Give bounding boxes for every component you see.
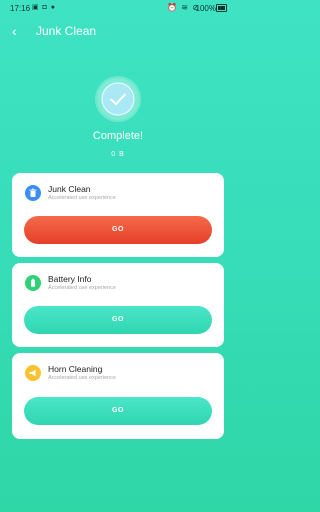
trash-icon [25, 185, 41, 201]
junk-clean-card: Junk Clean Accelerated use experience GO [12, 173, 224, 257]
battery-info-card: Battery Info Accelerated use experience … [12, 263, 224, 347]
status-bar: 17:16 ▣ ◘ ● ⏰ ≋ ⊘ 100% [0, 0, 236, 18]
card-title: Battery Info [48, 274, 92, 284]
horn-cleaning-go-button[interactable]: GO [24, 397, 212, 425]
card-subtitle: Accelerated use experience [48, 195, 116, 201]
battery-icon [25, 275, 41, 291]
status-time: 17:16 [10, 4, 31, 13]
back-arrow-icon[interactable]: ‹ [12, 23, 26, 39]
page-title: Junk Clean [36, 24, 97, 38]
horn-cleaning-card: Horn Cleaning Accelerated use experience… [12, 353, 224, 439]
complete-status: Complete! [92, 130, 144, 142]
junk-clean-go-button[interactable]: GO [24, 216, 212, 244]
battery-percentage: 100% [195, 4, 216, 13]
notification-icons: ▣ ◘ ● [32, 4, 56, 11]
card-title: Junk Clean [48, 184, 91, 194]
card-title: Horn Cleaning [48, 364, 103, 374]
card-subtitle: Accelerated use experience [48, 285, 116, 291]
battery-info-go-button[interactable]: GO [24, 306, 212, 334]
check-badge-icon [97, 78, 139, 120]
battery-icon [216, 4, 227, 12]
app-header: ‹ Junk Clean [0, 22, 236, 42]
horn-icon [25, 365, 41, 381]
card-subtitle: Accelerated use experience [48, 375, 116, 381]
cleaned-size: 0 B [111, 151, 125, 158]
